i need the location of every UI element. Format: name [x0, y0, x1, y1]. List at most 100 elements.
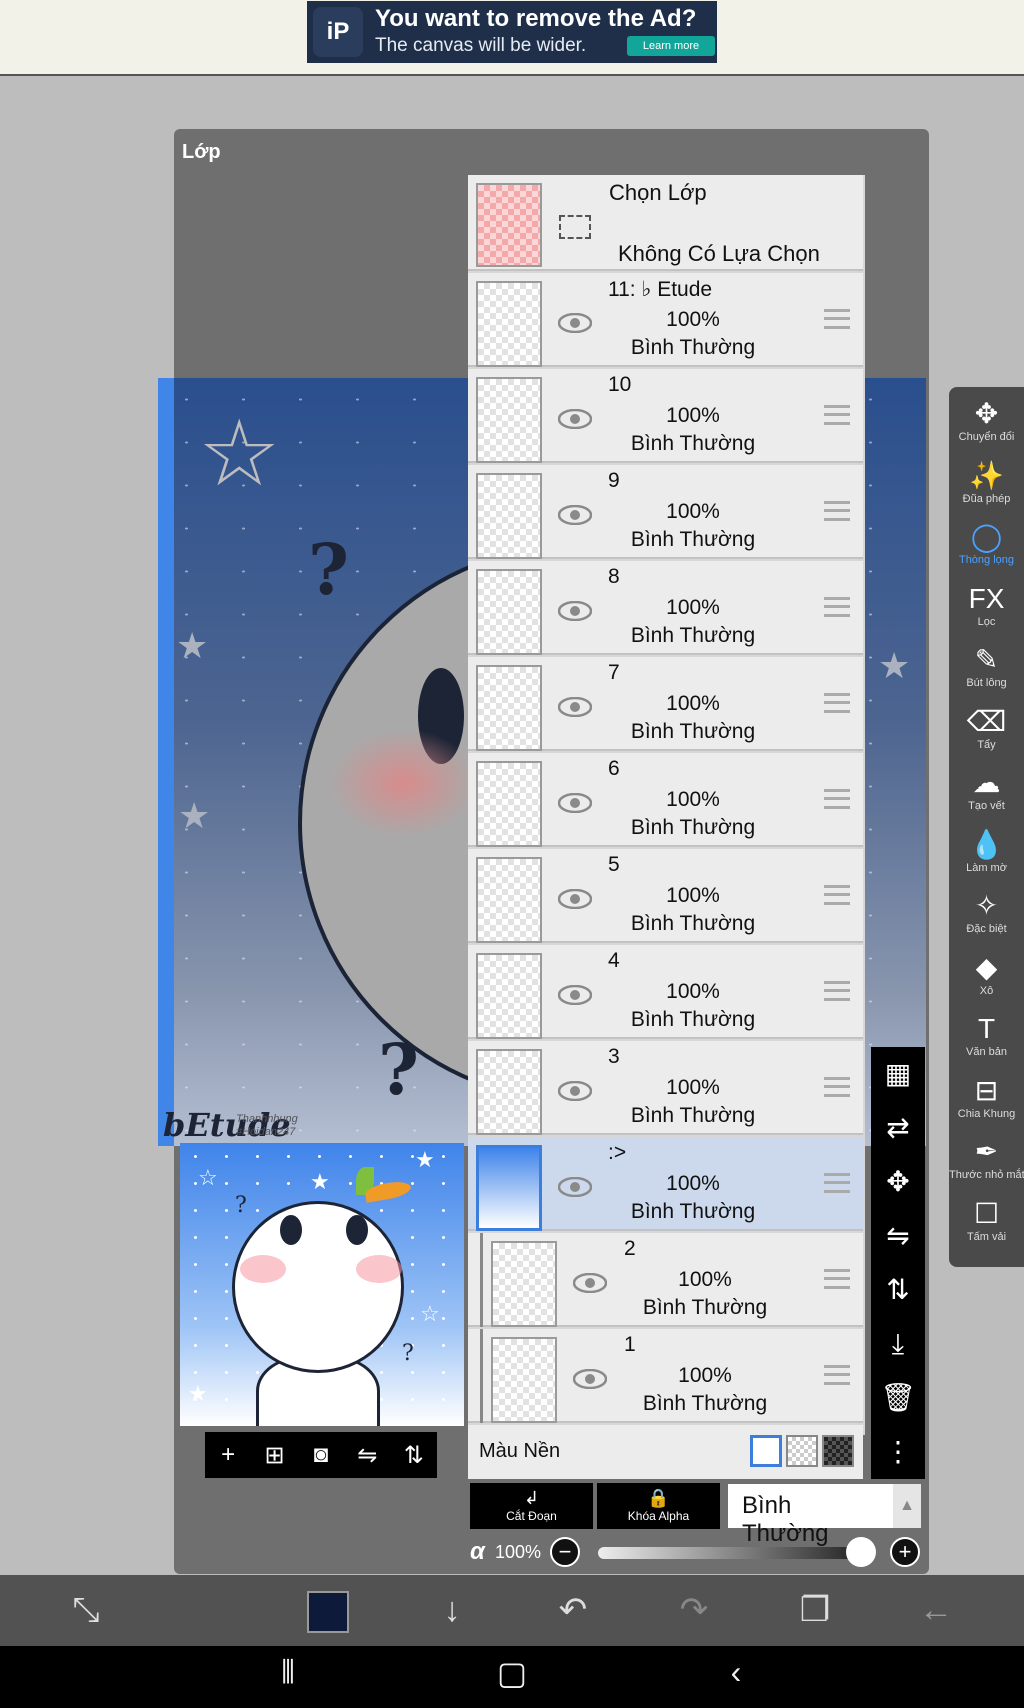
add-icon[interactable]: +: [208, 1441, 248, 1469]
visibility-eye-icon[interactable]: [558, 601, 592, 621]
drag-handle-icon[interactable]: [824, 1077, 850, 1097]
layer-thumbnail[interactable]: [476, 377, 542, 463]
drag-handle-icon[interactable]: [824, 885, 850, 905]
home-icon[interactable]: ▢: [482, 1654, 542, 1692]
tool-special[interactable]: ✧ Đặc biệt: [949, 889, 1024, 947]
drag-handle-icon[interactable]: [824, 789, 850, 809]
tool-blur[interactable]: 💧 Làm mờ: [949, 828, 1024, 886]
alpha-slider-knob[interactable]: [846, 1537, 876, 1567]
delete-layer-icon[interactable]: 🗑: [871, 1371, 925, 1425]
visibility-eye-icon[interactable]: [558, 1177, 592, 1197]
tool-lasso[interactable]: ◯ Thòng lọng: [949, 520, 1024, 578]
layer-row[interactable]: 1 100% Bình Thường: [468, 1329, 863, 1423]
drag-handle-icon[interactable]: [824, 501, 850, 521]
back-icon[interactable]: ‹: [706, 1654, 766, 1691]
selection-layer-row[interactable]: Chọn Lớp Không Có Lựa Chọn: [468, 175, 863, 271]
layer-row[interactable]: 11: ♭ Etude 100% Bình Thường: [468, 273, 863, 367]
layer-row[interactable]: 2 100% Bình Thường: [468, 1233, 863, 1327]
ad-banner[interactable]: iP You want to remove the Ad? The canvas…: [307, 1, 717, 63]
current-color-swatch[interactable]: [307, 1591, 349, 1633]
arrow-down-icon[interactable]: ↓: [424, 1587, 480, 1633]
alpha-slider[interactable]: [598, 1547, 863, 1559]
layer-thumbnail[interactable]: [476, 281, 542, 367]
back-arrow-icon[interactable]: ←: [908, 1587, 964, 1633]
visibility-eye-icon[interactable]: [558, 793, 592, 813]
recent-apps-icon[interactable]: ⦀: [258, 1654, 318, 1692]
learn-more-button[interactable]: Learn more: [627, 36, 715, 56]
layer-row[interactable]: 4 100% Bình Thường: [468, 945, 863, 1039]
visibility-eye-icon[interactable]: [573, 1273, 607, 1293]
tool-eyedropper[interactable]: ✒ Thước nhỏ mắt: [949, 1135, 1024, 1193]
tool-move[interactable]: ✥ Chuyển đổi: [949, 397, 1024, 455]
tool-fx[interactable]: FX Lọc: [949, 582, 1024, 640]
bg-white-swatch[interactable]: [750, 1435, 782, 1467]
layer-thumbnail[interactable]: [476, 1049, 542, 1135]
layer-thumbnail[interactable]: [476, 1145, 542, 1231]
visibility-eye-icon[interactable]: [558, 505, 592, 525]
tool-magic-wand[interactable]: ✨ Đũa phép: [949, 459, 1024, 517]
layer-row[interactable]: 7 100% Bình Thường: [468, 657, 863, 751]
layer-row[interactable]: 3 100% Bình Thường: [468, 1041, 863, 1135]
undo-icon[interactable]: ↶: [545, 1587, 601, 1633]
bg-dark-swatch[interactable]: [822, 1435, 854, 1467]
alpha-lock-button[interactable]: 🔒 Khóa Alpha: [597, 1483, 720, 1529]
flip-layer-horizontal-icon[interactable]: ⇋: [871, 1209, 925, 1263]
flip-vertical-icon[interactable]: ⇅: [394, 1441, 434, 1470]
bg-transparent-swatch[interactable]: [786, 1435, 818, 1467]
drag-handle-icon[interactable]: [824, 981, 850, 1001]
clipping-button[interactable]: ↲ Cắt Đoạn: [470, 1483, 593, 1529]
layer-thumbnail[interactable]: [476, 953, 542, 1039]
layer-row[interactable]: 8 100% Bình Thường: [468, 561, 863, 655]
flip-layer-vertical-icon[interactable]: ⇅: [871, 1263, 925, 1317]
drag-handle-icon[interactable]: [824, 597, 850, 617]
layer-list[interactable]: Chọn Lớp Không Có Lựa Chọn 11: ♭ Etude 10…: [468, 175, 865, 1479]
layer-row[interactable]: 5 100% Bình Thường: [468, 849, 863, 943]
flip-horizontal-icon[interactable]: ⇋: [347, 1441, 387, 1470]
layer-thumbnail[interactable]: [476, 665, 542, 751]
alpha-decrease-button[interactable]: −: [550, 1537, 580, 1567]
canvas-preview[interactable]: ☆ ★ ★ ☆ ★ ? ? ?: [180, 1143, 464, 1426]
visibility-eye-icon[interactable]: [558, 1081, 592, 1101]
visibility-eye-icon[interactable]: [558, 985, 592, 1005]
drag-handle-icon[interactable]: [824, 1269, 850, 1289]
visibility-eye-icon[interactable]: [573, 1369, 607, 1389]
layer-thumbnail[interactable]: [491, 1337, 557, 1423]
blend-mode-select[interactable]: Bình Thường: [728, 1484, 893, 1547]
tool-bucket[interactable]: ◆ Xô: [949, 951, 1024, 1009]
tool-smudge[interactable]: ☁ Tạo vết: [949, 766, 1024, 824]
layer-thumbnail[interactable]: [491, 1241, 557, 1327]
drag-handle-icon[interactable]: [824, 405, 850, 425]
camera-icon[interactable]: ◙: [301, 1441, 341, 1469]
visibility-eye-icon[interactable]: [558, 313, 592, 333]
add-canvas-icon[interactable]: ⊞: [255, 1441, 295, 1470]
visibility-eye-icon[interactable]: [558, 697, 592, 717]
tool-frame-divider[interactable]: ⊟ Chia Khung: [949, 1074, 1024, 1132]
layer-thumbnail[interactable]: [476, 473, 542, 559]
chevron-up-icon[interactable]: ▲: [893, 1484, 921, 1528]
layer-thumbnail[interactable]: [476, 761, 542, 847]
visibility-eye-icon[interactable]: [558, 409, 592, 429]
merge-down-icon[interactable]: ⤓: [871, 1317, 925, 1371]
layer-row[interactable]: 9 100% Bình Thường: [468, 465, 863, 559]
drag-handle-icon[interactable]: [824, 1365, 850, 1385]
more-options-icon[interactable]: ⋮: [871, 1425, 925, 1479]
layer-row[interactable]: 10 100% Bình Thường: [468, 369, 863, 463]
layer-row[interactable]: 6 100% Bình Thường: [468, 753, 863, 847]
tool-canvas[interactable]: ☐ Tấm vải: [949, 1197, 1024, 1255]
layer-thumbnail[interactable]: [476, 857, 542, 943]
drag-handle-icon[interactable]: [824, 1173, 850, 1193]
tool-text[interactable]: T Văn bản: [949, 1012, 1024, 1070]
drag-handle-icon[interactable]: [824, 309, 850, 329]
redo-icon[interactable]: ↷: [666, 1587, 722, 1633]
layers-icon[interactable]: ❐: [787, 1587, 843, 1633]
move-layer-icon[interactable]: ✥: [871, 1155, 925, 1209]
drag-handle-icon[interactable]: [824, 693, 850, 713]
transparency-grid-icon[interactable]: ▦: [871, 1047, 925, 1101]
alpha-increase-button[interactable]: +: [890, 1537, 920, 1567]
layer-transfer-icon[interactable]: ⇄: [871, 1101, 925, 1155]
layer-row[interactable]: :> 100% Bình Thường: [468, 1137, 863, 1231]
visibility-eye-icon[interactable]: [558, 889, 592, 909]
tool-switch-icon[interactable]: ⤡: [58, 1587, 114, 1633]
layer-thumbnail[interactable]: [476, 569, 542, 655]
tool-eraser[interactable]: ⌫ Tẩy: [949, 705, 1024, 763]
